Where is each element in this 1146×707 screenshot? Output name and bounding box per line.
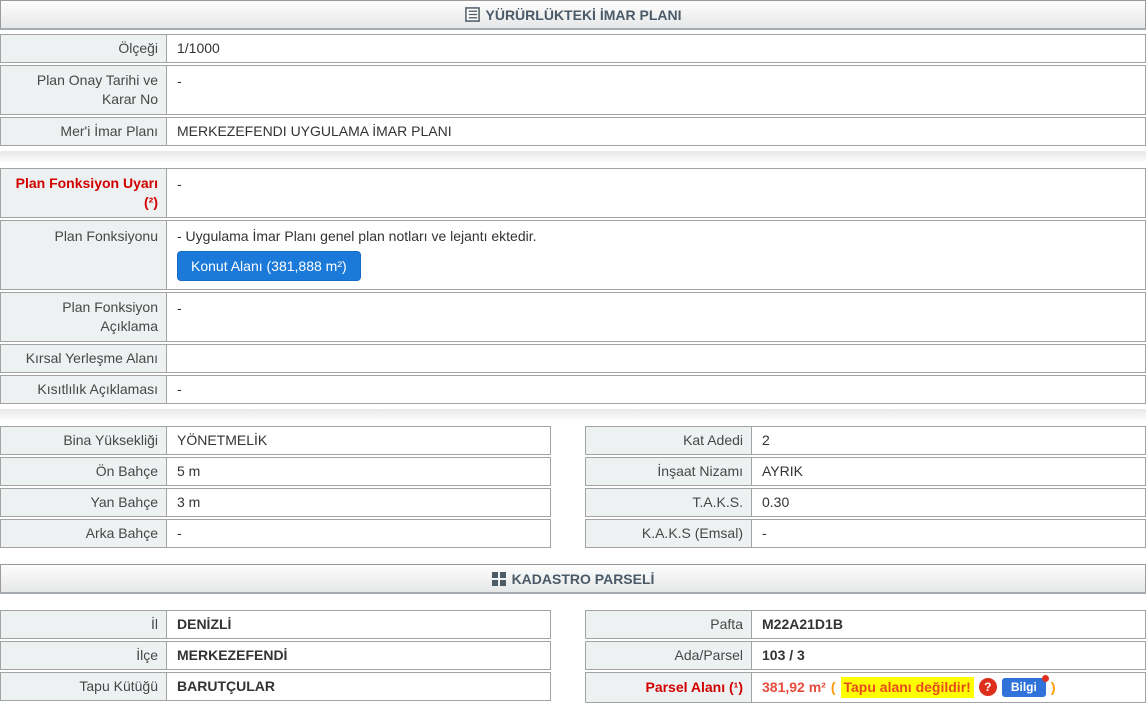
row-value: - (167, 376, 1145, 403)
paren-open: ( (831, 678, 836, 697)
row-value: MERKEZEFENDI UYGULAMA İMAR PLANI (167, 118, 1145, 145)
row-label: Plan Fonksiyonu (1, 221, 167, 289)
row-value: AYRIK (752, 458, 1145, 485)
row-label: İl (1, 611, 167, 638)
notification-dot (1042, 675, 1049, 682)
table-row: Kat Adedi 2 (585, 426, 1146, 455)
row-value: - (167, 293, 1145, 341)
table-row: Tapu Kütüğü BARUTÇULAR (0, 672, 551, 701)
table-row: Yan Bahçe 3 m (0, 488, 551, 517)
row-value: 5 m (167, 458, 550, 485)
plan-function-note: - Uygulama İmar Planı genel plan notları… (177, 227, 537, 246)
yapilasma-columns: Bina Yüksekliği YÖNETMELİK Ön Bahçe 5 m … (0, 426, 1146, 550)
bilgi-button[interactable]: Bilgi (1002, 678, 1046, 697)
table-row: Pafta M22A21D1B (585, 610, 1146, 639)
table-row: Plan Onay Tarihi ve Karar No - (0, 65, 1146, 115)
row-label: K.A.K.S (Emsal) (586, 520, 752, 547)
row-value (167, 345, 1145, 372)
row-label: Tapu Kütüğü (1, 673, 167, 700)
yapilasma-right-table: Kat Adedi 2 İnşaat Nizamı AYRIK T.A.K.S.… (585, 426, 1146, 550)
row-value: 1/1000 (167, 35, 1145, 62)
row-label: Ön Bahçe (1, 458, 167, 485)
row-value: - (167, 169, 1145, 217)
table-row: Arka Bahçe - (0, 519, 551, 548)
table-row: Ön Bahçe 5 m (0, 457, 551, 486)
row-value: - (752, 520, 1145, 547)
konut-alani-button[interactable]: Konut Alanı (381,888 m²) (177, 251, 361, 281)
row-value: - (167, 66, 1145, 114)
table-row: Ada/Parsel 103 / 3 (585, 641, 1146, 670)
row-label: Kat Adedi (586, 427, 752, 454)
table-row: T.A.K.S. 0.30 (585, 488, 1146, 517)
plan-section-header: YÜRÜRLÜKTEKİ İMAR PLANI (0, 0, 1146, 30)
row-label-warning: Plan Fonksiyon Uyarı (²) (1, 169, 167, 217)
table-row: İnşaat Nizamı AYRIK (585, 457, 1146, 486)
row-label: Ölçeği (1, 35, 167, 62)
table-row: K.A.K.S (Emsal) - (585, 519, 1146, 548)
row-value: DENİZLİ (167, 611, 550, 638)
row-value: 0.30 (752, 489, 1145, 516)
yapilasma-left-table: Bina Yüksekliği YÖNETMELİK Ön Bahçe 5 m … (0, 426, 551, 550)
kadastro-section-header: KADASTRO PARSELİ (0, 564, 1146, 594)
help-circle-icon[interactable]: ? (979, 678, 997, 696)
row-value: 103 / 3 (752, 642, 1145, 669)
row-label: T.A.K.S. (586, 489, 752, 516)
table-row: Kısıtlılık Açıklaması - (0, 375, 1146, 404)
row-value: MERKEZEFENDİ (167, 642, 550, 669)
column-gap (551, 610, 585, 705)
section-whitespace (0, 598, 1146, 610)
row-label-parsel-alani: Parsel Alanı (¹) (586, 673, 752, 702)
imar-durumu-page: YÜRÜRLÜKTEKİ İMAR PLANI Ölçeği 1/1000 Pl… (0, 0, 1146, 707)
kadastro-section-title: KADASTRO PARSELİ (512, 571, 655, 587)
kadastro-right-table: Pafta M22A21D1B Ada/Parsel 103 / 3 Parse… (585, 610, 1146, 705)
row-label: İnşaat Nizamı (586, 458, 752, 485)
section-divider (0, 151, 1146, 162)
row-value: BARUTÇULAR (167, 673, 550, 700)
paren-close: ) (1051, 678, 1056, 697)
section-divider (0, 409, 1146, 420)
table-row: Plan Fonksiyon Açıklama - (0, 292, 1146, 342)
table-row: Plan Fonksiyon Uyarı (²) - (0, 168, 1146, 218)
row-value: - (167, 520, 550, 547)
column-gap (551, 426, 585, 550)
table-row: İlçe MERKEZEFENDİ (0, 641, 551, 670)
row-label: Arka Bahçe (1, 520, 167, 547)
table-row: Mer'i İmar Planı MERKEZEFENDI UYGULAMA İ… (0, 117, 1146, 146)
row-label: Kısıtlılık Açıklaması (1, 376, 167, 403)
bilgi-button-label: Bilgi (1011, 680, 1037, 694)
row-value: M22A21D1B (752, 611, 1145, 638)
row-value: YÖNETMELİK (167, 427, 550, 454)
row-label: Yan Bahçe (1, 489, 167, 516)
grid-icon (492, 572, 506, 586)
row-label: Bina Yüksekliği (1, 427, 167, 454)
kadastro-left-table: İl DENİZLİ İlçe MERKEZEFENDİ Tapu Kütüğü… (0, 610, 551, 705)
plan-section-title: YÜRÜRLÜKTEKİ İMAR PLANI (486, 7, 682, 23)
tapu-warning-highlight: Tapu alanı değildir! (841, 677, 974, 698)
section-whitespace (0, 550, 1146, 564)
list-icon (465, 7, 480, 22)
table-row: Ölçeği 1/1000 (0, 34, 1146, 63)
row-value: - Uygulama İmar Planı genel plan notları… (167, 221, 1145, 289)
row-value: 3 m (167, 489, 550, 516)
row-label: Pafta (586, 611, 752, 638)
row-value: 2 (752, 427, 1145, 454)
kadastro-columns: İl DENİZLİ İlçe MERKEZEFENDİ Tapu Kütüğü… (0, 610, 1146, 705)
parcel-area-value: 381,92 m² (762, 678, 826, 697)
table-row: Bina Yüksekliği YÖNETMELİK (0, 426, 551, 455)
row-label: Plan Onay Tarihi ve Karar No (1, 66, 167, 114)
table-row: İl DENİZLİ (0, 610, 551, 639)
row-label: İlçe (1, 642, 167, 669)
parsel-alani-value: 381,92 m² ( Tapu alanı değildir! ? Bilgi… (752, 673, 1145, 702)
row-label: Ada/Parsel (586, 642, 752, 669)
row-label: Mer'i İmar Planı (1, 118, 167, 145)
table-row: Parsel Alanı (¹) 381,92 m² ( Tapu alanı … (585, 672, 1146, 703)
row-label: Plan Fonksiyon Açıklama (1, 293, 167, 341)
row-label: Kırsal Yerleşme Alanı (1, 345, 167, 372)
table-row: Plan Fonksiyonu - Uygulama İmar Planı ge… (0, 220, 1146, 290)
table-row: Kırsal Yerleşme Alanı (0, 344, 1146, 373)
